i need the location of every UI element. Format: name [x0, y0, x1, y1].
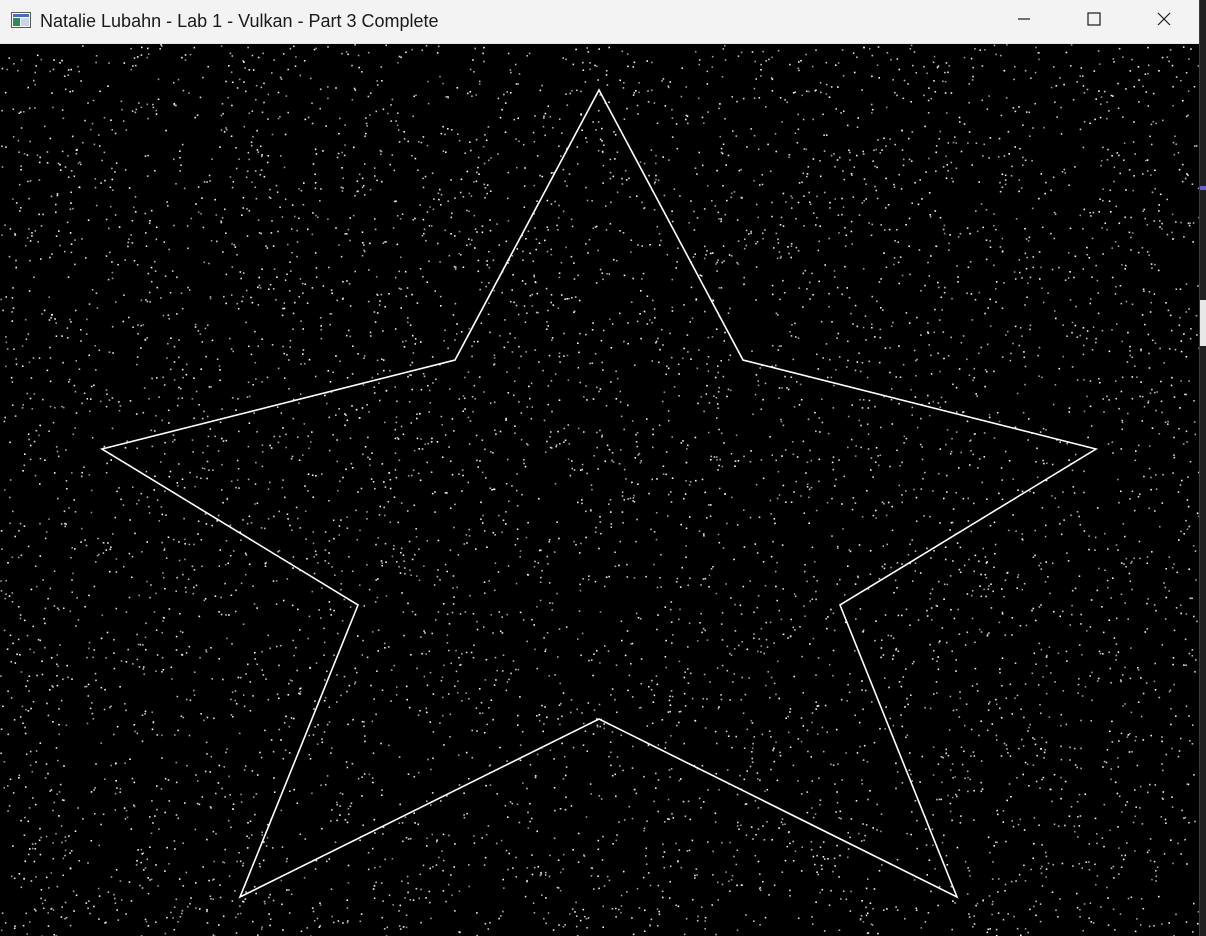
maximize-icon — [1087, 12, 1101, 31]
background-highlight-mark — [1200, 300, 1206, 346]
title-bar[interactable]: Natalie Lubahn - Lab 1 - Vulkan - Part 3… — [0, 0, 1199, 44]
application-window: Natalie Lubahn - Lab 1 - Vulkan - Part 3… — [0, 0, 1200, 936]
app-window-icon — [11, 12, 31, 28]
minimize-icon — [1017, 12, 1031, 31]
background-window-edge — [1200, 0, 1206, 936]
close-icon — [1157, 12, 1171, 31]
minimize-button[interactable] — [989, 0, 1059, 43]
maximize-button[interactable] — [1059, 0, 1129, 43]
render-viewport[interactable] — [0, 44, 1199, 936]
render-canvas — [0, 44, 1199, 936]
window-title: Natalie Lubahn - Lab 1 - Vulkan - Part 3… — [40, 11, 439, 31]
scene-background — [0, 44, 1199, 936]
close-button[interactable] — [1129, 0, 1199, 43]
background-accent-mark — [1200, 186, 1206, 190]
